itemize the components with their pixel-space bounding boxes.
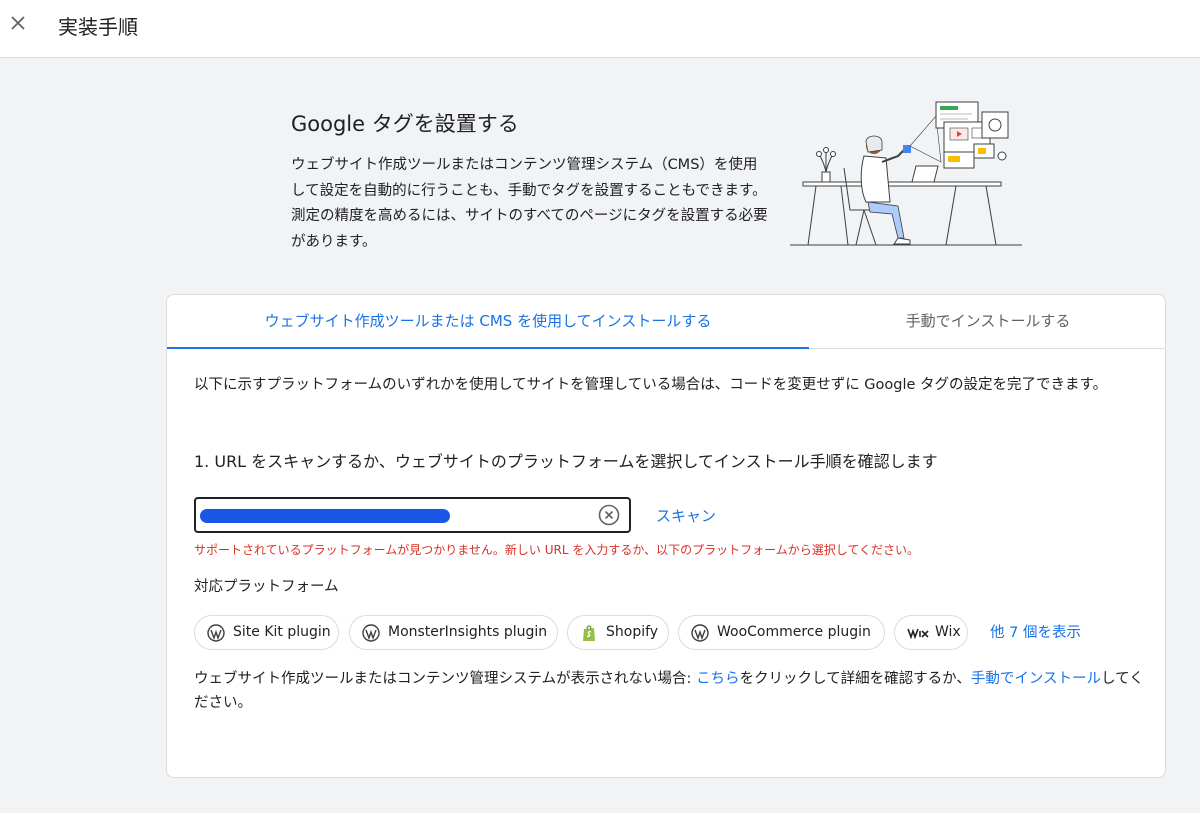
wordpress-icon [691, 624, 709, 642]
platform-chip-site-kit[interactable]: Site Kit plugin [194, 615, 339, 650]
manual-install-link[interactable]: 手動でインストール [971, 671, 1101, 687]
wix-icon [907, 628, 929, 639]
details-link[interactable]: こちら [696, 671, 740, 687]
footer-text-before: ウェブサイト作成ツールまたはコンテンツ管理システムが表示されない場合: [194, 671, 697, 687]
hero-description: ウェブサイト作成ツールまたはコンテンツ管理システム（CMS）を使用して設定を自動… [291, 157, 768, 250]
step-1-text: 1. URL をスキャンするか、ウェブサイトのプラットフォームを選択してインスト… [194, 452, 938, 471]
page-title: 実装手順 [58, 15, 138, 39]
footer-help-text: ウェブサイト作成ツールまたはコンテンツ管理システムが表示されない場合: こちらを… [194, 667, 1144, 715]
clear-circle-icon[interactable] [598, 504, 620, 526]
platform-chip-wix[interactable]: Wix [894, 615, 968, 650]
chip-label: Site Kit plugin [233, 624, 331, 640]
show-more-platforms-link[interactable]: 他 7 個を表示 [990, 621, 1081, 642]
install-card: ウェブサイト作成ツールまたは CMS を使用してインストールする 手動でインスト… [166, 294, 1166, 778]
chip-label: Shopify [606, 624, 659, 640]
platform-chip-monsterinsights[interactable]: MonsterInsights plugin [349, 615, 558, 650]
close-icon[interactable] [4, 9, 32, 37]
url-field [194, 497, 631, 533]
intro-text: 以下に示すプラットフォームのいずれかを使用してサイトを管理している場合は、コード… [194, 377, 1108, 393]
platform-chip-woocommerce[interactable]: WooCommerce plugin [678, 615, 885, 650]
platforms-label: 対応プラットフォーム [194, 579, 339, 595]
shopify-icon [583, 625, 595, 641]
chip-label: WooCommerce plugin [717, 624, 871, 640]
footer-text-middle: をクリックして詳細を確認するか、 [739, 671, 971, 687]
url-input[interactable] [200, 501, 590, 529]
tab-manual-install[interactable]: 手動でインストールする [809, 295, 1165, 349]
install-tabs: ウェブサイト作成ツールまたは CMS を使用してインストールする 手動でインスト… [167, 295, 1165, 349]
wordpress-icon [362, 624, 380, 642]
hero-title: Google タグを設置する [291, 112, 519, 136]
error-message: サポートされているプラットフォームが見つかりません。新しい URL を入力するか… [194, 543, 920, 557]
chip-label: Wix [935, 624, 961, 640]
platform-chip-shopify[interactable]: Shopify [567, 615, 669, 650]
chip-label: MonsterInsights plugin [388, 624, 548, 640]
top-bar: 実装手順 [0, 0, 1200, 58]
person-at-desk-illustration [790, 101, 1022, 246]
scan-button[interactable]: スキャン [656, 505, 716, 526]
wordpress-icon [207, 624, 225, 642]
tab-cms-install[interactable]: ウェブサイト作成ツールまたは CMS を使用してインストールする [167, 295, 809, 349]
